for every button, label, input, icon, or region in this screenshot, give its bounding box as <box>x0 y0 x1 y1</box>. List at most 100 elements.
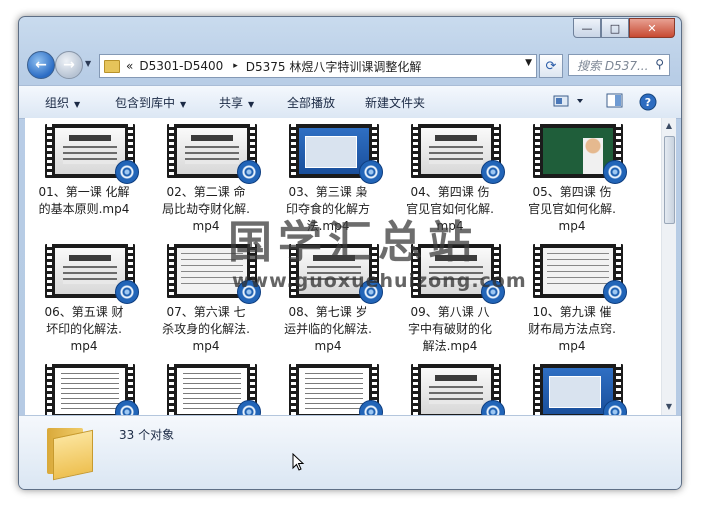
file-name[interactable]: 10、第九课 催财布局方法点窍.mp410、第九课 催财布局方法点窍.mp4 <box>517 304 627 355</box>
address-dropdown-icon[interactable]: ▼ <box>525 58 532 68</box>
video-thumbnail[interactable] <box>167 244 261 304</box>
video-frame <box>543 368 613 414</box>
file-name-line: 06、第五课 财 <box>44 305 124 319</box>
help-button[interactable]: ? <box>639 93 657 114</box>
search-icon[interactable]: ⚲ <box>655 57 664 71</box>
file-item[interactable]: 03、第三课 枭印夺食的化解方法.mp403、第三课 枭印夺食的化解方法.mp4 <box>271 118 385 234</box>
view-icon <box>553 95 583 107</box>
video-frame <box>543 128 613 174</box>
media-player-icon <box>359 400 383 415</box>
scroll-down-icon[interactable]: ▼ <box>662 399 676 415</box>
file-name-line: mp4 <box>314 339 342 353</box>
media-player-icon <box>115 160 139 184</box>
include-in-library-button[interactable]: 包含到库中 ▼ <box>115 94 186 111</box>
file-name[interactable]: 08、第七课 岁运并临的化解法.mp408、第七课 岁运并临的化解法.mp4 <box>273 304 383 355</box>
chevron-down-icon: ▼ <box>180 100 187 109</box>
view-options-button[interactable] <box>553 93 587 112</box>
minimize-button[interactable]: — <box>573 18 601 38</box>
address-bar[interactable]: « D5301-D5400 ▸ D5375 林煜八字特训课调整化解 ▼ <box>99 54 537 78</box>
back-button[interactable]: ← <box>27 51 55 79</box>
video-thumbnail[interactable] <box>289 124 383 184</box>
file-item[interactable] <box>27 358 141 415</box>
navigation-bar: ← → ▼ « D5301-D5400 ▸ D5375 林煜八字特训课调整化解 … <box>19 49 681 83</box>
file-list[interactable]: 01、第一课 化解的基本原则.mp401、第一课 化解的基本原则.mp4 02、第… <box>25 118 661 415</box>
video-frame <box>421 248 491 294</box>
file-item[interactable] <box>393 358 507 415</box>
file-name[interactable]: 02、第二课 命局比劫夺财化解.mp402、第二课 命局比劫夺财化解.mp4 <box>151 184 261 235</box>
share-button[interactable]: 共享 ▼ <box>219 94 254 111</box>
video-thumbnail[interactable] <box>533 124 627 184</box>
video-thumbnail[interactable] <box>411 124 505 184</box>
file-item[interactable]: 09、第八课 八字中有破财的化解法.mp409、第八课 八字中有破财的化解法.m… <box>393 238 507 354</box>
file-name-line: 05、第四课 伤 <box>532 185 612 199</box>
file-item[interactable]: 07、第六课 七杀攻身的化解法.mp407、第六课 七杀攻身的化解法.mp4 <box>149 238 263 354</box>
video-thumbnail[interactable] <box>45 124 139 184</box>
maximize-button[interactable]: □ <box>601 18 629 38</box>
file-name[interactable]: 04、第四课 伤官见官如何化解.mp404、第四课 伤官见官如何化解.mp4 <box>395 184 505 235</box>
video-thumbnail[interactable] <box>45 364 139 415</box>
video-thumbnail[interactable] <box>533 364 627 415</box>
vertical-scrollbar[interactable]: ▲ ▼ <box>661 118 676 415</box>
file-item[interactable] <box>149 358 263 415</box>
video-thumbnail[interactable] <box>533 244 627 304</box>
file-name-line: 运并临的化解法. <box>284 322 372 336</box>
new-folder-button[interactable]: 新建文件夹 <box>365 94 425 111</box>
video-frame <box>299 248 369 294</box>
file-item[interactable] <box>515 358 629 415</box>
file-name[interactable]: 09、第八课 八字中有破财的化解法.mp409、第八课 八字中有破财的化解法.m… <box>395 304 505 355</box>
file-name-line: 坏印的化解法. <box>46 322 122 336</box>
media-player-icon <box>481 160 505 184</box>
organize-button[interactable]: 组织 ▼ <box>45 94 80 111</box>
scroll-up-icon[interactable]: ▲ <box>662 118 676 134</box>
breadcrumb-parent[interactable]: D5301-D5400 <box>139 59 223 73</box>
file-name-line: mp4 <box>192 339 220 353</box>
close-button[interactable]: ✕ <box>629 18 675 38</box>
file-name-line: 法.mp4 <box>306 219 350 233</box>
file-name[interactable]: 06、第五课 财坏印的化解法.mp406、第五课 财坏印的化解法.mp4 <box>29 304 139 355</box>
preview-pane-button[interactable] <box>606 93 624 112</box>
breadcrumb-separator-icon[interactable]: ▸ <box>233 61 238 71</box>
media-player-icon <box>237 280 261 304</box>
video-thumbnail[interactable] <box>45 244 139 304</box>
file-name-line: 字中有破财的化 <box>407 322 492 336</box>
media-player-icon <box>359 280 383 304</box>
media-player-icon <box>481 280 505 304</box>
media-player-icon <box>481 400 505 415</box>
scrollbar-thumb[interactable] <box>664 136 675 224</box>
file-name-line: 官见官如何化解. <box>528 202 616 216</box>
refresh-button[interactable]: ⟳ <box>539 54 563 78</box>
file-item[interactable]: 01、第一课 化解的基本原则.mp401、第一课 化解的基本原则.mp4 <box>27 118 141 234</box>
video-thumbnail[interactable] <box>411 364 505 415</box>
play-all-button[interactable]: 全部播放 <box>287 94 335 111</box>
file-item[interactable]: 06、第五课 财坏印的化解法.mp406、第五课 财坏印的化解法.mp4 <box>27 238 141 354</box>
breadcrumb-current[interactable]: D5375 林煜八字特训课调整化解 <box>246 58 422 75</box>
video-thumbnail[interactable] <box>167 364 261 415</box>
file-item[interactable]: 02、第二课 命局比劫夺财化解.mp402、第二课 命局比劫夺财化解.mp4 <box>149 118 263 234</box>
forward-arrow-icon: → <box>63 57 75 73</box>
file-item[interactable] <box>271 358 385 415</box>
video-thumbnail[interactable] <box>289 244 383 304</box>
video-frame <box>55 128 125 174</box>
search-input[interactable]: 搜索 D537... ⚲ <box>568 54 670 76</box>
video-thumbnail[interactable] <box>167 124 261 184</box>
file-name-line: 04、第四课 伤 <box>410 185 490 199</box>
media-player-icon <box>359 160 383 184</box>
video-frame <box>55 248 125 294</box>
recent-pages-dropdown-icon[interactable]: ▼ <box>85 59 91 68</box>
file-item[interactable]: 10、第九课 催财布局方法点窍.mp410、第九课 催财布局方法点窍.mp4 <box>515 238 629 354</box>
title-bar[interactable]: — □ ✕ <box>19 17 681 47</box>
file-name[interactable]: 03、第三课 枭印夺食的化解方法.mp403、第三课 枭印夺食的化解方法.mp4 <box>273 184 383 235</box>
file-item[interactable]: 04、第四课 伤官见官如何化解.mp404、第四课 伤官见官如何化解.mp4 <box>393 118 507 234</box>
file-name[interactable]: 07、第六课 七杀攻身的化解法.mp407、第六课 七杀攻身的化解法.mp4 <box>151 304 261 355</box>
video-frame <box>421 368 491 414</box>
details-pane: 33 个对象 <box>19 415 681 489</box>
video-thumbnail[interactable] <box>289 364 383 415</box>
file-item[interactable]: 08、第七课 岁运并临的化解法.mp408、第七课 岁运并临的化解法.mp4 <box>271 238 385 354</box>
address-overflow[interactable]: « <box>126 59 133 73</box>
video-thumbnail[interactable] <box>411 244 505 304</box>
window-controls: — □ ✕ <box>573 18 675 38</box>
file-name[interactable]: 05、第四课 伤官见官如何化解.mp405、第四课 伤官见官如何化解.mp4 <box>517 184 627 235</box>
forward-button[interactable]: → <box>55 51 83 79</box>
file-item[interactable]: 05、第四课 伤官见官如何化解.mp405、第四课 伤官见官如何化解.mp4 <box>515 118 629 234</box>
file-name[interactable]: 01、第一课 化解的基本原则.mp401、第一课 化解的基本原则.mp4 <box>29 184 139 218</box>
